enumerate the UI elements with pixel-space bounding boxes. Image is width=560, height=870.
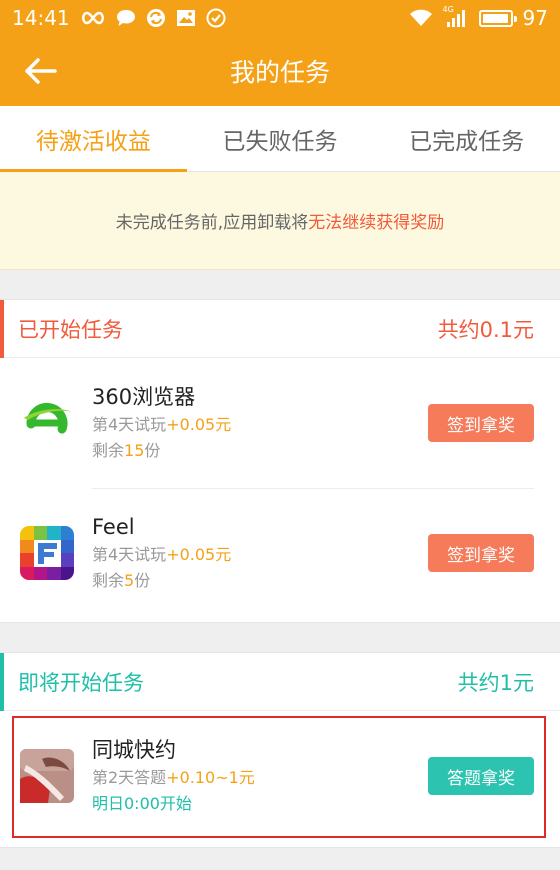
remaining-count: 15 — [124, 441, 145, 460]
task-info: 同城快约 第2天答题+0.10~1元 明日0:00开始 — [92, 737, 255, 815]
upcoming-section-title: 即将开始任务 — [18, 670, 144, 695]
tab-pending-earnings[interactable]: 待激活收益 — [0, 106, 187, 172]
task-info: Feel 第4天试玩+0.05元 剩余5份 — [92, 514, 231, 592]
task-item-tongcheng-kuaiyue[interactable]: 同城快约 第2天答题+0.10~1元 明日0:00开始 答题拿奖 — [0, 711, 560, 841]
tab-completed-tasks[interactable]: 已完成任务 — [373, 106, 560, 171]
task-item-360-browser[interactable]: 360浏览器 第4天试玩+0.05元 剩余15份 签到拿奖 — [0, 358, 560, 488]
remaining-count: 5 — [124, 571, 135, 590]
task-progress: 第4天试玩+0.05元 — [92, 545, 232, 564]
upcoming-section-total: 共约1元 — [457, 670, 534, 695]
tab-failed-tasks[interactable]: 已失败任务 — [187, 106, 374, 171]
image-icon — [176, 9, 196, 27]
task-name: 360浏览器 — [92, 385, 196, 409]
title-bar: 我的任务 — [0, 36, 560, 106]
task-name: 同城快约 — [92, 738, 176, 762]
task-reward: +0.05元 — [166, 415, 232, 434]
back-arrow-icon — [25, 58, 57, 84]
task-tabs: 待激活收益 已失败任务 已完成任务 — [0, 106, 560, 172]
task-item-feel[interactable]: Feel 第4天试玩+0.05元 剩余5份 签到拿奖 — [0, 488, 560, 618]
started-section-title: 已开始任务 — [18, 317, 123, 342]
notice-text: 未完成任务前,应用卸载将 — [115, 213, 309, 233]
task-start-time: 明日0:00开始 — [92, 794, 192, 813]
wifi-icon — [409, 9, 433, 27]
battery-icon — [478, 9, 517, 27]
quiz-reward-button[interactable]: 答题拿奖 — [428, 757, 534, 795]
check-circle-icon — [206, 8, 226, 28]
section-accent-bar — [0, 653, 4, 711]
network-type-label: 4G — [442, 5, 454, 14]
uninstall-notice: 未完成任务前,应用卸载将 无法继续获得奖励 — [0, 172, 560, 270]
task-info: 360浏览器 第4天试玩+0.05元 剩余15份 — [92, 384, 231, 462]
task-progress: 第4天试玩+0.05元 — [92, 415, 232, 434]
tongcheng-kuaiyue-icon — [20, 749, 74, 803]
feel-app-icon — [20, 526, 74, 580]
checkin-reward-button[interactable]: 签到拿奖 — [428, 404, 534, 442]
sync-icon — [146, 8, 166, 28]
task-progress: 第2天答题+0.10~1元 — [92, 768, 255, 787]
section-accent-bar — [0, 300, 4, 358]
started-tasks-section: 已开始任务 共约0.1元 360浏览器 第4天试玩+0.05元 剩余15份 签到… — [0, 299, 560, 623]
task-remaining: 剩余5份 — [92, 571, 151, 590]
chat-bubble-icon — [116, 9, 136, 27]
battery-percent: 97 — [522, 6, 548, 30]
task-reward: +0.10~1元 — [166, 768, 255, 787]
signal-4g-icon: 4G — [442, 5, 469, 28]
task-remaining: 剩余15份 — [92, 441, 161, 460]
back-button[interactable] — [20, 54, 60, 88]
upcoming-section-header: 即将开始任务 共约1元 — [0, 653, 560, 711]
infinity-icon — [80, 11, 106, 25]
started-section-header: 已开始任务 共约0.1元 — [0, 300, 560, 358]
page-title: 我的任务 — [229, 58, 330, 87]
notice-highlight: 无法继续获得奖励 — [308, 213, 445, 233]
status-bar: 14:41 4G 97 — [0, 0, 560, 36]
upcoming-tasks-section: 即将开始任务 共约1元 同城快约 第2天答题+0.10~1元 明日0:00开始 … — [0, 652, 560, 848]
360-browser-icon — [24, 402, 72, 442]
started-section-total: 共约0.1元 — [437, 317, 534, 342]
task-name: Feel — [92, 515, 135, 539]
checkin-reward-button[interactable]: 签到拿奖 — [428, 534, 534, 572]
status-time: 14:41 — [12, 6, 70, 30]
task-reward: +0.05元 — [166, 545, 232, 564]
